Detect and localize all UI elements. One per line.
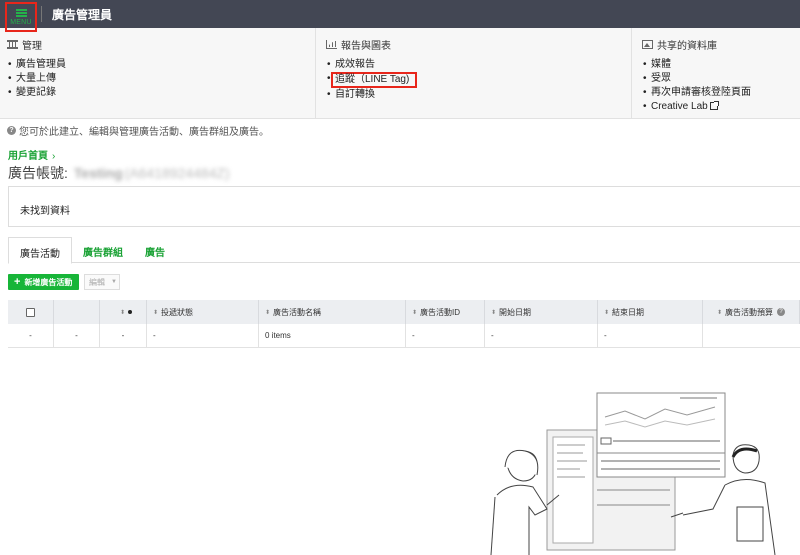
menu-item-line-tag[interactable]: 追蹤（LINE Tag) (327, 72, 631, 88)
tab-campaigns[interactable]: 廣告活動 (8, 237, 72, 264)
breadcrumb-separator: › (52, 151, 56, 162)
menu-column-library: 共享的資料庫 媒體 受眾 再次申請審核登陸頁面 Creative Lab (632, 28, 800, 118)
sort-icon: ⬍ (153, 309, 159, 316)
header-end-date[interactable]: ⬍ 結束日期 (598, 300, 703, 324)
header-campaign-name[interactable]: ⬍ 廣告活動名稱 (259, 300, 406, 324)
select-all-checkbox[interactable] (26, 307, 35, 317)
help-text: 您可於此建立、編輯與管理廣告活動、廣告群組及廣告。 (19, 127, 269, 138)
table-cell (703, 324, 800, 347)
menu-column-reports: 報告與圖表 成效報告 追蹤（LINE Tag) 自訂轉換 (316, 28, 632, 118)
edit-label: 編輯 (89, 277, 105, 287)
tab-ad-groups[interactable]: 廣告群組 (72, 237, 134, 263)
bar-chart-icon (326, 40, 337, 49)
header-campaign-id[interactable]: ⬍ 廣告活動ID (406, 300, 485, 324)
header-budget-label: 廣告活動預算 (725, 307, 773, 317)
hamburger-icon (15, 8, 27, 17)
header-campaign-id-label: 廣告活動ID (420, 307, 461, 317)
topbar-divider (41, 6, 42, 22)
top-bar: MENU 廣告管理員 (0, 0, 800, 32)
menu-item-ads-manager[interactable]: 廣告管理員 (8, 58, 315, 72)
no-data-message: 未找到資料 (8, 186, 800, 227)
header-start-date[interactable]: ⬍ 開始日期 (485, 300, 598, 324)
sort-icon: ⬍ (412, 309, 418, 316)
breadcrumb-home[interactable]: 用戶首頁 (8, 151, 48, 162)
add-campaign-button[interactable]: + 新增廣告活動 (8, 274, 79, 290)
menu-item-audience[interactable]: 受眾 (643, 72, 800, 86)
table-cell: - (406, 324, 485, 347)
menu-item-bulk-upload[interactable]: 大量上傳 (8, 72, 315, 86)
account-id: (A6418924484Z) (124, 165, 230, 181)
campaign-table: ⬍ ⬍ 投遞狀態 ⬍ 廣告活動名稱 ⬍ 廣告活動ID ⬍ 開始日期 ⬍ 結束日期 ⬍ 廣告活… (8, 300, 800, 348)
add-campaign-label: 新增廣告活動 (24, 277, 73, 287)
image-icon (642, 40, 653, 49)
account-name: Testing (73, 165, 123, 181)
table-cell: - (598, 324, 703, 347)
edit-dropdown[interactable]: 編輯 ▼ (84, 274, 120, 290)
menu-item-custom-conversion[interactable]: 自訂轉換 (327, 88, 631, 102)
menu-heading-library: 共享的資料庫 (642, 37, 800, 52)
plus-icon: + (14, 276, 21, 288)
header-campaign-name-label: 廣告活動名稱 (273, 307, 322, 317)
table-cell: - (147, 324, 259, 347)
tab-bar: 廣告活動 廣告群組 廣告 (8, 237, 800, 264)
header-budget[interactable]: ⬍ 廣告活動預算? (703, 300, 800, 324)
header-end-date-label: 結束日期 (612, 307, 645, 317)
table-cell: - (8, 324, 54, 347)
header-status-dot[interactable]: ⬍ (100, 300, 147, 324)
menu-column-manage: 管理 廣告管理員 大量上傳 變更記錄 (0, 28, 316, 118)
chevron-down-icon: ▼ (111, 279, 117, 285)
sort-icon: ⬍ (265, 309, 271, 316)
sort-icon: ⬍ (604, 309, 610, 316)
account-label: 廣告帳號: (8, 165, 68, 181)
table-cell: - (54, 324, 100, 347)
header-delivery-status-label: 投遞狀態 (161, 307, 194, 317)
table-cell: - (485, 324, 598, 347)
sort-icon: ⬍ (716, 309, 722, 316)
creative-lab-label[interactable]: Creative Lab (651, 101, 708, 112)
menu-heading-manage-label: 管理 (22, 41, 42, 52)
menu-heading-library-label: 共享的資料庫 (657, 41, 717, 52)
header-start-date-label: 開始日期 (499, 307, 532, 317)
menu-item-reapply-review[interactable]: 再次申請審核登陸頁面 (643, 86, 800, 100)
menu-item-media[interactable]: 媒體 (643, 58, 800, 72)
menu-heading-reports: 報告與圖表 (326, 37, 631, 52)
menu-button[interactable]: MENU (5, 2, 37, 32)
menu-heading-reports-label: 報告與圖表 (341, 41, 391, 52)
table-header: ⬍ ⬍ 投遞狀態 ⬍ 廣告活動名稱 ⬍ 廣告活動ID ⬍ 開始日期 ⬍ 結束日期 ⬍ 廣告活… (8, 300, 800, 324)
header-delivery-status[interactable]: ⬍ 投遞狀態 (147, 300, 259, 324)
header-col-1 (54, 300, 100, 324)
tab-ads[interactable]: 廣告 (134, 237, 176, 263)
app-title: 廣告管理員 (52, 8, 113, 22)
sort-icon: ⬍ (119, 309, 125, 316)
bank-icon (7, 40, 18, 49)
menu-panel: 管理 廣告管理員 大量上傳 變更記錄 報告與圖表 成效報告 追蹤（LINE Ta… (0, 28, 800, 119)
menu-item-change-log[interactable]: 變更記錄 (8, 86, 315, 100)
menu-item-creative-lab[interactable]: Creative Lab (643, 100, 800, 114)
external-link-icon (709, 101, 719, 110)
menu-button-label: MENU (10, 18, 32, 26)
table-cell: 0 items (259, 324, 406, 347)
empty-state-illustration (490, 392, 776, 555)
breadcrumb: 用戶首頁 › (8, 147, 55, 162)
question-icon[interactable]: ? (777, 308, 785, 316)
header-select-all (8, 300, 54, 324)
account-title: 廣告帳號: Testing (A6418924484Z) (8, 163, 230, 183)
status-dot-icon (128, 310, 132, 314)
line-tag-highlight[interactable]: 追蹤（LINE Tag) (331, 72, 418, 88)
help-line: ? 您可於此建立、編輯與管理廣告活動、廣告群組及廣告。 (7, 123, 269, 138)
menu-heading-manage: 管理 (7, 37, 315, 52)
menu-item-performance-report[interactable]: 成效報告 (327, 58, 631, 72)
sort-icon: ⬍ (491, 309, 497, 316)
table-cell: - (100, 324, 147, 347)
table-row: - - - - 0 items - - - (8, 324, 800, 348)
question-icon: ? (7, 126, 16, 135)
